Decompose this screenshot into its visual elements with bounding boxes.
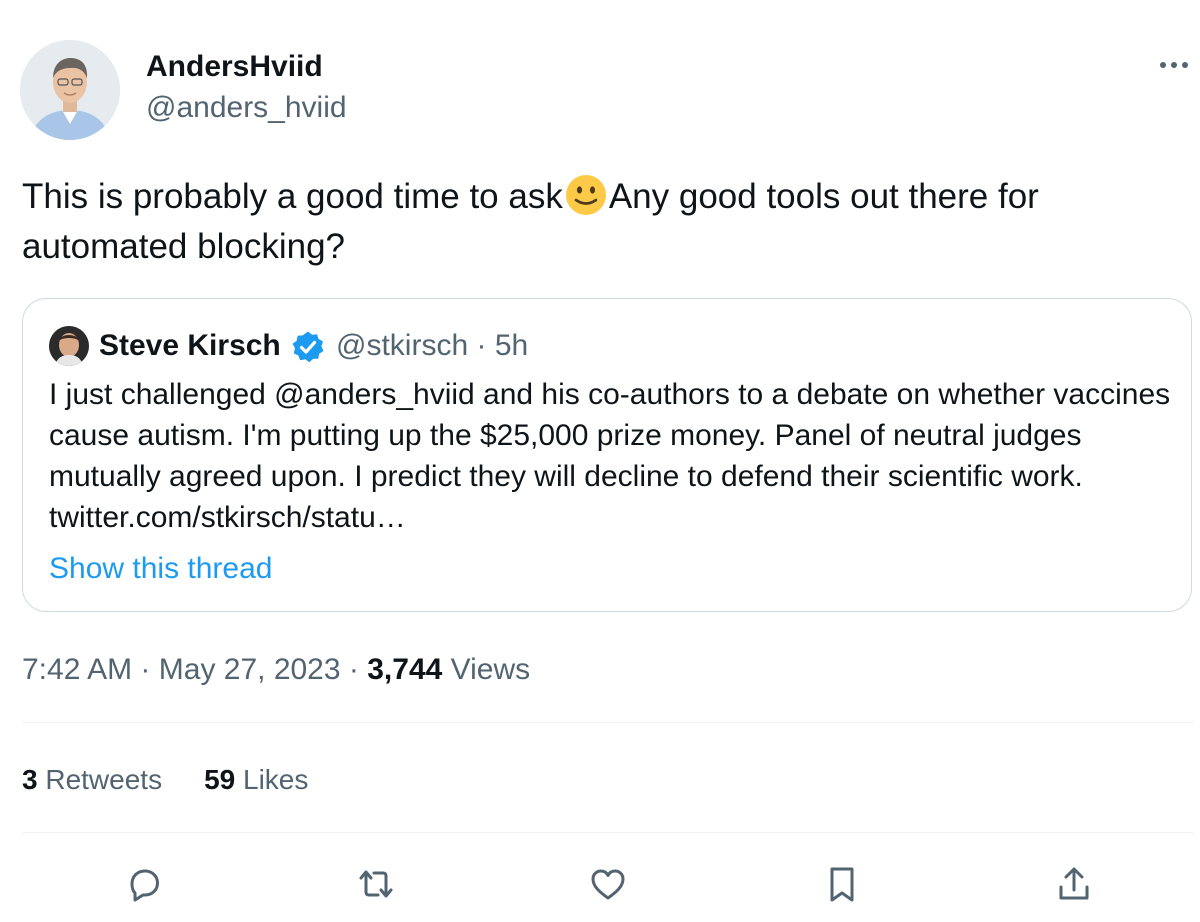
slightly-smiling-face-icon <box>565 174 607 216</box>
verified-badge-icon <box>291 330 325 364</box>
reply-icon <box>130 869 159 902</box>
likes-count: 59 <box>204 764 236 795</box>
show-thread-link[interactable]: Show this thread <box>49 549 272 589</box>
tweet-time[interactable]: 7:42 AM <box>22 653 132 686</box>
quoted-tweet-text: I just challenged @anders_hviid and his … <box>49 378 1171 534</box>
quoted-time[interactable]: 5h <box>495 329 528 362</box>
quoted-tweet-card[interactable]: Steve Kirsch @stkirsch · 5h I just chall… <box>22 298 1192 612</box>
tweet-text: This is probably a good time to ask Any g… <box>22 172 1172 272</box>
bookmark-icon <box>830 867 854 902</box>
views-count: 3,744 <box>367 653 443 686</box>
more-horizontal-icon <box>1160 62 1188 68</box>
quoted-author-name[interactable]: Steve Kirsch <box>99 326 281 366</box>
retweets-count: 3 <box>22 764 38 795</box>
share-icon <box>1059 867 1089 900</box>
author-handle[interactable]: @anders_hviid <box>146 90 347 126</box>
avatar-photo <box>20 40 120 140</box>
retweets-stat[interactable]: 3 Retweets <box>22 760 162 800</box>
share-button[interactable] <box>1050 860 1098 908</box>
views-label: Views <box>450 653 531 686</box>
quoted-meta: @stkirsch · 5h <box>336 326 528 366</box>
quoted-handle[interactable]: @stkirsch <box>336 329 468 362</box>
engagement-stats: 3 Retweets 59 Likes <box>22 760 308 800</box>
divider <box>22 832 1194 833</box>
tweet-date[interactable]: May 27, 2023 <box>159 653 341 686</box>
more-options-button[interactable] <box>1154 50 1194 80</box>
likes-label: Likes <box>243 764 309 795</box>
quoted-separator: · <box>476 329 487 362</box>
like-icon <box>591 869 625 900</box>
bookmark-button[interactable] <box>818 860 866 908</box>
author-avatar[interactable] <box>20 40 120 140</box>
likes-stat[interactable]: 59 Likes <box>204 760 308 800</box>
quoted-author-avatar[interactable] <box>49 326 89 366</box>
retweet-button[interactable] <box>352 860 400 908</box>
author-display-name[interactable]: AndersHviid <box>146 49 323 85</box>
tweet-timestamp: 7:42 AM · May 27, 2023 · 3,744 Views <box>22 650 530 690</box>
timestamp-separator: · <box>348 653 359 686</box>
timestamp-separator: · <box>140 653 151 686</box>
reply-button[interactable] <box>120 860 168 908</box>
retweets-label: Retweets <box>45 764 163 795</box>
like-button[interactable] <box>584 860 632 908</box>
retweet-icon <box>359 870 393 898</box>
divider <box>22 722 1194 723</box>
quoted-avatar-photo <box>49 326 89 366</box>
tweet-text-part-1: This is probably a good time to ask <box>22 177 563 216</box>
